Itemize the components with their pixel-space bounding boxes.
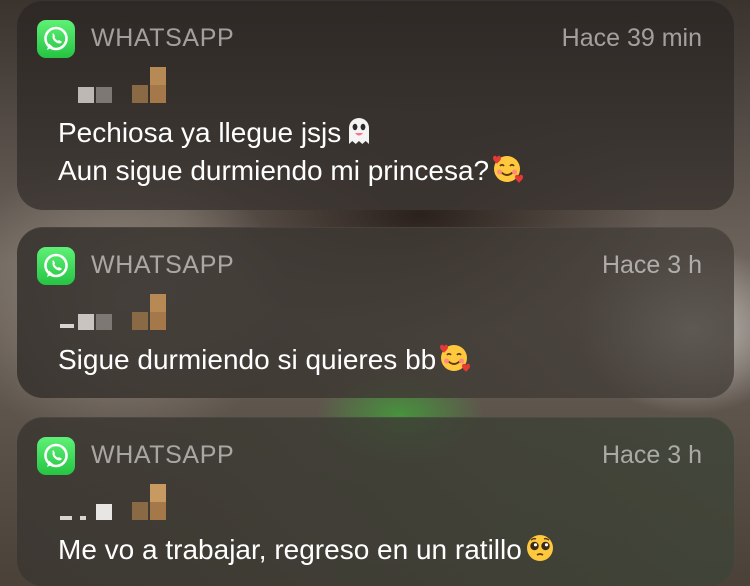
notification-time: Hace 3 h bbox=[601, 251, 702, 279]
redacted-sender-name bbox=[60, 294, 170, 334]
app-name: WHATSAPP bbox=[91, 251, 235, 279]
notification-time: Hace 3 h bbox=[601, 441, 702, 469]
whatsapp-icon bbox=[37, 20, 75, 58]
message-text: Sigue durmiendo si quieres bb bbox=[58, 344, 437, 375]
smiling-face-with-hearts-emoji bbox=[493, 155, 524, 183]
notification-time: Hace 39 min bbox=[561, 24, 702, 52]
message-text: Aun sigue durmiendo mi princesa? bbox=[58, 155, 490, 186]
message-text: Pechiosa ya llegue jsjs bbox=[58, 117, 342, 148]
app-name: WHATSAPP bbox=[91, 24, 235, 52]
message-line: Pechiosa ya llegue jsjs bbox=[58, 114, 704, 152]
notification-card[interactable]: WHATSAPP Hace 39 min Pechiosa ya llegue … bbox=[17, 0, 734, 210]
whatsapp-icon bbox=[37, 437, 75, 475]
notification-card[interactable]: WHATSAPP Hace 3 h Sigue durmiendo si qui… bbox=[17, 227, 734, 398]
app-name: WHATSAPP bbox=[91, 441, 235, 469]
notification-header: WHATSAPP Hace 3 h bbox=[37, 437, 702, 475]
smiling-face-with-hearts-emoji bbox=[440, 344, 471, 372]
notification-header: WHATSAPP Hace 39 min bbox=[37, 20, 702, 58]
message-line: Me vo a trabajar, regreso en un ratillo bbox=[58, 531, 704, 569]
redacted-sender-name bbox=[60, 67, 170, 107]
message-line: Sigue durmiendo si quieres bb bbox=[58, 341, 704, 379]
notification-card[interactable]: WHATSAPP Hace 3 h Me vo a trabajar, regr… bbox=[17, 417, 734, 586]
redacted-sender-name bbox=[60, 484, 170, 524]
message-line: Aun sigue durmiendo mi princesa? bbox=[58, 152, 704, 190]
pleading-face-emoji bbox=[526, 535, 553, 561]
lock-screen: WHATSAPP Hace 39 min Pechiosa ya llegue … bbox=[0, 0, 750, 586]
whatsapp-icon bbox=[37, 247, 75, 285]
message-text: Me vo a trabajar, regreso en un ratillo bbox=[58, 534, 522, 565]
notification-header: WHATSAPP Hace 3 h bbox=[37, 247, 702, 285]
ghost-emoji bbox=[349, 118, 370, 144]
